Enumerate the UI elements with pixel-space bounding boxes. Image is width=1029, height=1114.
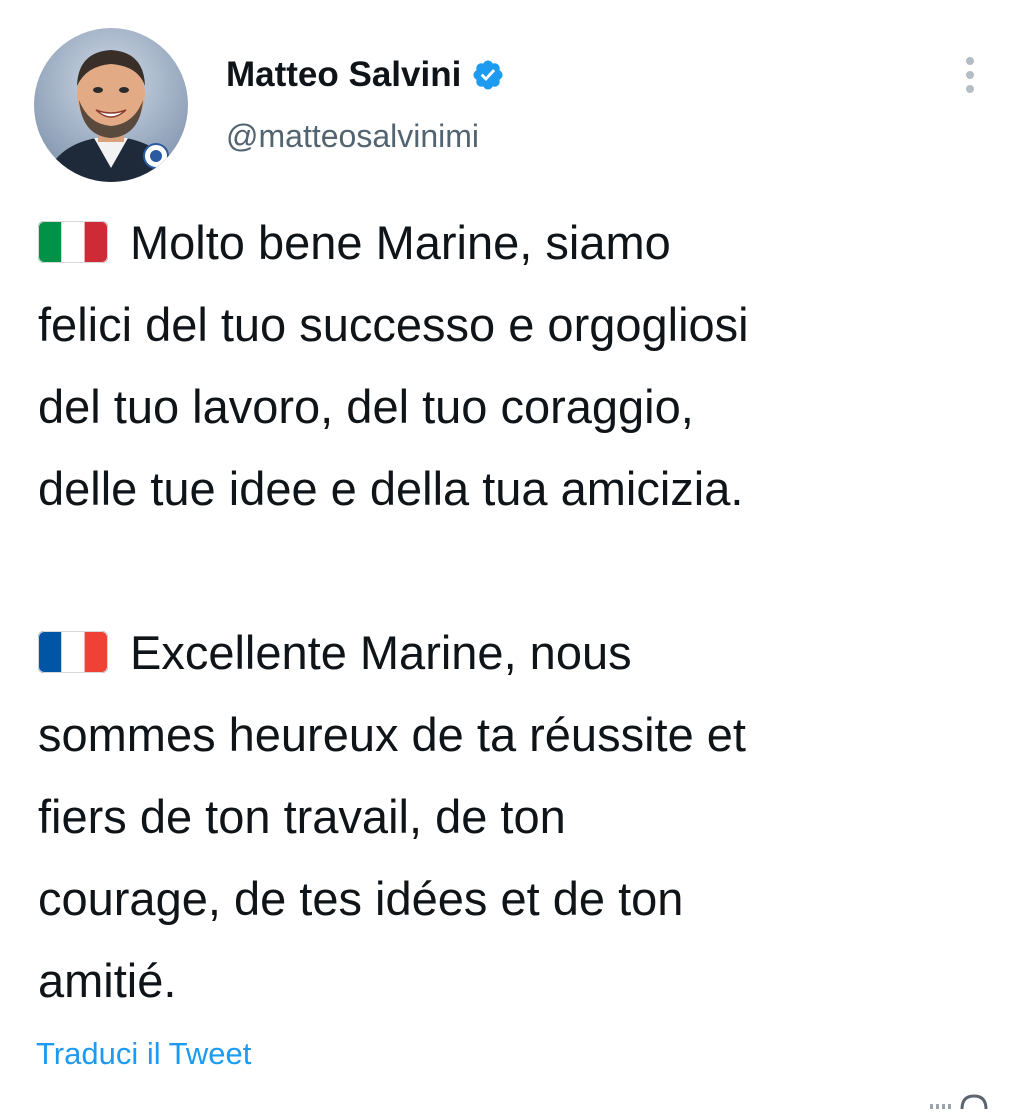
- partial-action-icon: [928, 1090, 998, 1110]
- tweet-card: Matteo Salvini @matteosalvinimi Molto be…: [0, 0, 1029, 1110]
- tweet-line-text: Molto bene Marine, siamo: [130, 216, 671, 269]
- more-options-icon[interactable]: [956, 52, 984, 98]
- tweet-line: Molto bene Marine, siamo: [38, 202, 1008, 284]
- tweet-line: courage, de tes idées et de ton: [38, 872, 684, 925]
- author-name-row: Matteo Salvini: [226, 50, 505, 100]
- tweet-line: sommes heureux de ta réussite et: [38, 708, 746, 761]
- tweet-line: Excellente Marine, nous: [38, 612, 1008, 694]
- verified-badge-icon: [471, 58, 505, 92]
- author-avatar[interactable]: [34, 28, 188, 182]
- author-handle[interactable]: @matteosalvinimi: [226, 118, 479, 155]
- tweet-text: Molto bene Marine, siamo felici del tuo …: [38, 202, 1008, 1022]
- tweet-line-text: Excellente Marine, nous: [130, 626, 632, 679]
- author-display-name[interactable]: Matteo Salvini: [226, 55, 461, 95]
- tweet-paragraph-french: Excellente Marine, nous sommes heureux d…: [38, 612, 1008, 1022]
- tweet-line: felici del tuo successo e orgogliosi: [38, 298, 749, 351]
- translate-tweet-link[interactable]: Traduci il Tweet: [36, 1036, 251, 1072]
- tweet-line: amitié.: [38, 954, 177, 1007]
- tweet-line: delle tue idee e della tua amicizia.: [38, 462, 744, 515]
- tweet-line: fiers de ton travail, de ton: [38, 790, 566, 843]
- italy-flag-icon: [38, 221, 108, 263]
- avatar-photo-icon: [34, 28, 188, 182]
- tweet-paragraph-italian: Molto bene Marine, siamo felici del tuo …: [38, 202, 1008, 530]
- tweet-line: del tuo lavoro, del tuo coraggio,: [38, 380, 694, 433]
- france-flag-icon: [38, 631, 108, 673]
